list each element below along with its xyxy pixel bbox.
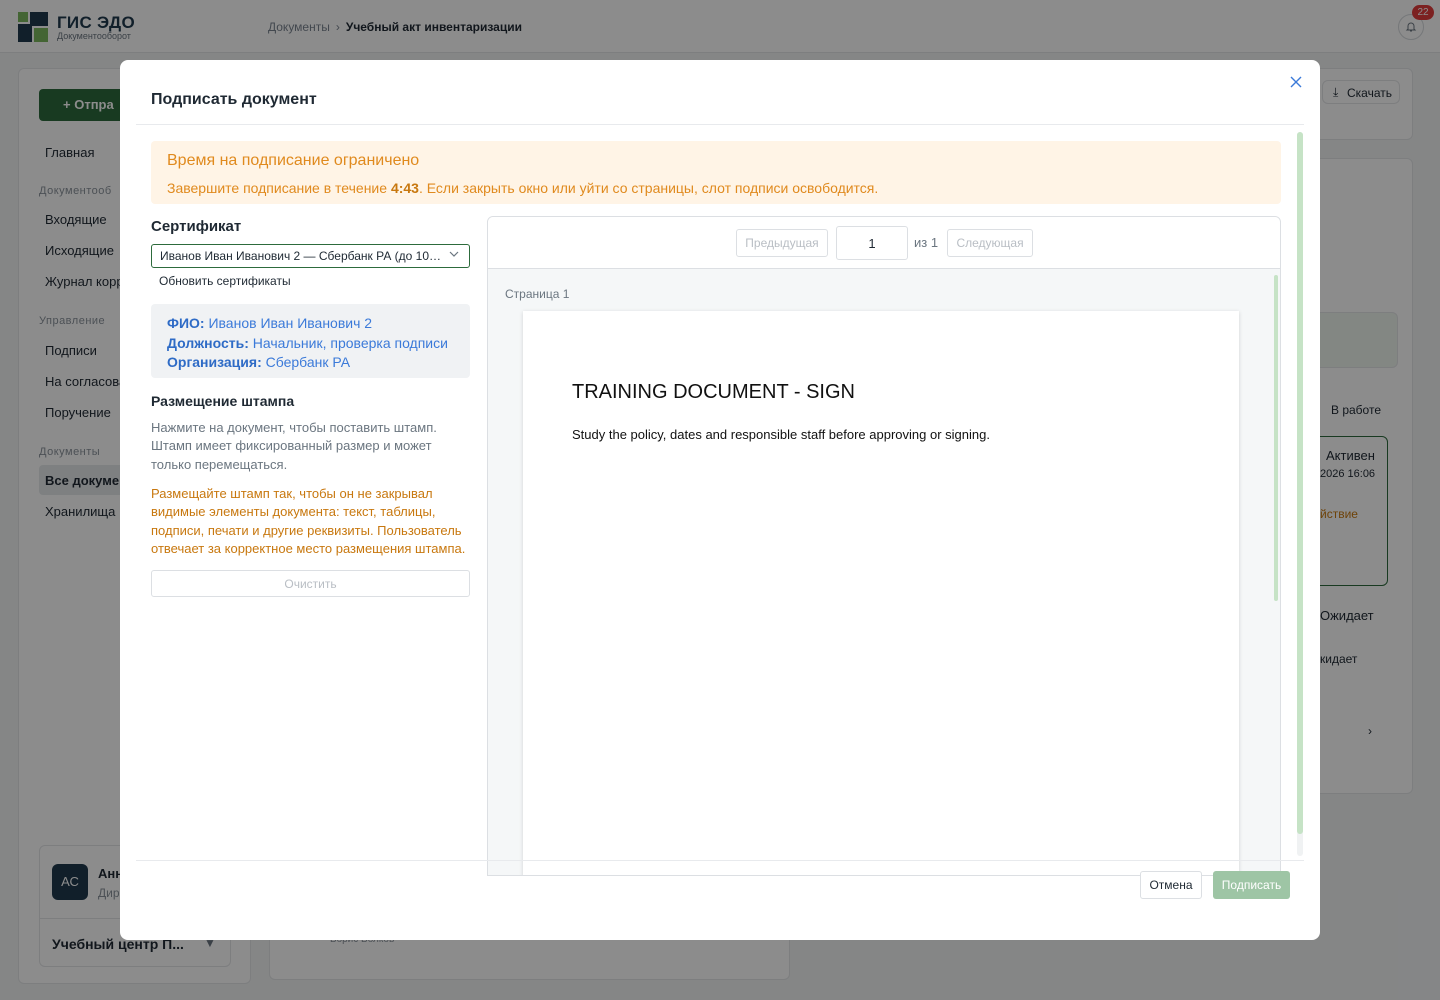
fio-value: Иванов Иван Иванович 2 (208, 315, 373, 331)
chevron-down-icon[interactable] (448, 249, 460, 261)
org-value: Сбербанк РА (265, 354, 351, 370)
fio-label: ФИО: (167, 315, 205, 331)
page-label: Страница 1 (505, 287, 570, 301)
position-label: Должность: (167, 334, 249, 351)
sign-button[interactable]: Подписать (1213, 871, 1290, 899)
prev-page-button[interactable]: Предыдущая (736, 229, 828, 257)
certificate-label: Сертификат (151, 218, 242, 235)
document-viewer: Предыдущая 1 из 1 Следующая Страница 1 T… (487, 216, 1281, 876)
alert-text: Завершите подписание в течение 4:43. Есл… (167, 180, 879, 196)
pagination-toolbar: Предыдущая 1 из 1 Следующая (488, 217, 1280, 269)
footer-divider (136, 860, 1304, 861)
cancel-button[interactable]: Отмена (1140, 871, 1202, 899)
next-page-button[interactable]: Следующая (947, 229, 1033, 257)
document-page[interactable]: TRAINING DOCUMENT - SIGN Study the polic… (523, 311, 1239, 875)
stamp-label: Размещение штампа (151, 393, 295, 409)
sign-document-modal: Подписать документ Время на подписание о… (120, 60, 1320, 940)
page-count: из 1 (914, 235, 939, 250)
position-value: Начальник, проверка подписи (252, 334, 448, 351)
document-title: TRAINING DOCUMENT - SIGN (572, 381, 855, 403)
certificate-select[interactable]: Иванов Иван Иванович 2 — Сбербанк РА (до… (151, 244, 470, 268)
modal-scrollbar[interactable] (1297, 132, 1303, 834)
page-number-input[interactable]: 1 (836, 226, 908, 260)
alert-title: Время на подписание ограничено (167, 152, 420, 169)
document-body: Study the policy, dates and responsible … (572, 427, 990, 442)
modal-title: Подписать документ (151, 91, 317, 108)
time-limit-alert: Время на подписание ограничено Завершите… (151, 141, 1281, 204)
header-divider (136, 124, 1304, 125)
stamp-hint: Нажмите на документ, чтобы поставить шта… (151, 420, 437, 472)
close-icon[interactable] (1286, 72, 1306, 92)
stamp-warning: Размещайте штамп так, чтобы он не закрыв… (151, 486, 466, 556)
clear-stamp-button[interactable]: Очистить (151, 570, 470, 597)
viewer-scrollbar[interactable] (1274, 275, 1278, 601)
refresh-certificates-button[interactable]: Обновить сертификаты (159, 274, 291, 288)
certificate-info: ФИО: Иванов Иван Иванович 2 Должность: Н… (151, 304, 470, 378)
countdown-timer: 4:43 (390, 180, 419, 196)
org-label: Организация: (167, 354, 262, 370)
